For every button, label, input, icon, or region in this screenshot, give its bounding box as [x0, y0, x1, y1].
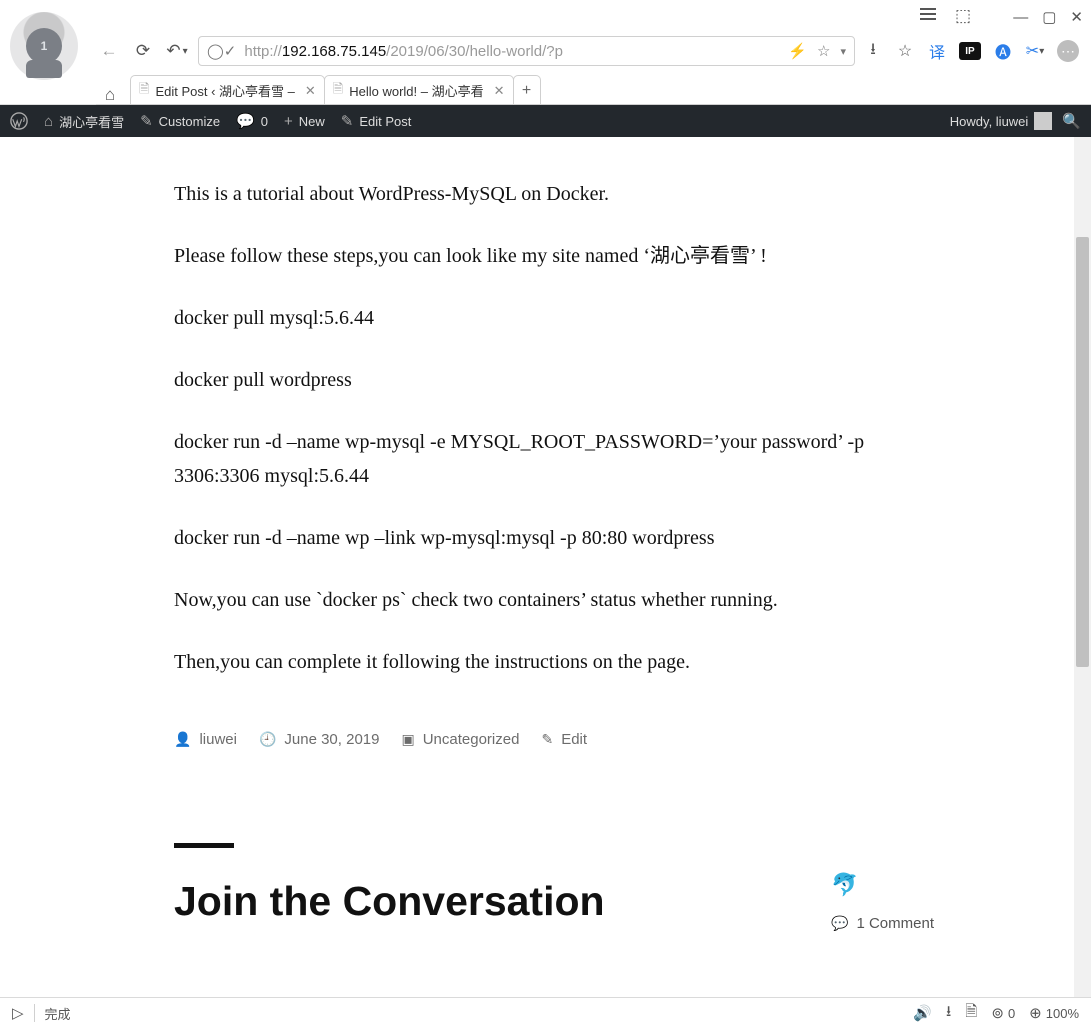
security-shield-icon: ◯✓ — [207, 42, 236, 60]
status-text: 完成 — [45, 1004, 71, 1023]
wordpress-logo-icon — [10, 112, 28, 130]
scrollbar-thumb[interactable] — [1076, 237, 1089, 667]
comment-count-link[interactable]: 💬 1 Comment — [831, 911, 934, 937]
tab-edit-post[interactable]: 🗎 Edit Post ‹ 湖心亭看雪 – ✕ — [130, 75, 325, 105]
new-label: New — [299, 114, 325, 129]
hamburger-menu-icon[interactable] — [920, 8, 936, 20]
section-divider — [174, 843, 234, 848]
howdy-text: Howdy, liuwei — [950, 114, 1029, 129]
downloads-icon[interactable]: ⭳ — [863, 41, 883, 61]
close-tab-icon[interactable]: ✕ — [305, 83, 316, 99]
pencil-icon: ✎ — [341, 112, 354, 130]
page-icon[interactable]: 🗎 — [965, 1001, 977, 1026]
more-menu-icon[interactable]: ⋯ — [1057, 40, 1079, 62]
edit-post-label: Edit Post — [359, 114, 411, 129]
bookmark-star-icon[interactable]: ☆ — [817, 42, 830, 60]
sound-icon[interactable]: 🔊 — [913, 1004, 932, 1022]
post-paragraph: Now,you can use `docker ps` check two co… — [174, 583, 934, 617]
person-icon: 👤 — [174, 728, 191, 752]
download-count[interactable]: ⊚ 0 — [991, 1004, 1015, 1022]
download-count-value: 0 — [1008, 1006, 1015, 1021]
comment-count-text: 1 Comment — [856, 911, 934, 937]
address-bar[interactable]: ◯✓ http://192.168.75.145/2019/06/30/hell… — [198, 36, 855, 66]
extensions-icon[interactable]: ⬚ — [955, 6, 971, 26]
brush-icon: ✎ — [140, 112, 153, 130]
minimize-button[interactable]: — — [1013, 9, 1028, 26]
post-paragraph: Then,you can complete it following the i… — [174, 645, 934, 679]
wp-admin-bar: ⌂ 湖心亭看雪 ✎ Customize 💬 0 + New ✎ Edit Pos… — [0, 105, 1091, 137]
customize-label: Customize — [159, 114, 220, 129]
browser-avatar[interactable]: 1 — [10, 12, 78, 80]
plus-icon: + — [284, 113, 293, 130]
post-meta: 👤 liuwei 🕘 June 30, 2019 ▣ Uncategorized… — [174, 727, 934, 753]
zoom-value: 100% — [1046, 1006, 1079, 1021]
site-name-link[interactable]: ⌂ 湖心亭看雪 — [44, 112, 124, 131]
folder-icon: ▣ — [401, 728, 414, 752]
bookmark-dropdown-icon[interactable]: ▾ — [840, 45, 846, 58]
comment-bubble-icon: 💬 — [236, 112, 255, 130]
globe-icon: ⊚ — [991, 1004, 1004, 1022]
edit-pencil-icon: ✎ — [541, 728, 553, 752]
download-tray-icon[interactable]: ⭳ — [946, 1001, 951, 1026]
comments-count: 0 — [261, 114, 268, 129]
tab-strip: ⌂ 🗎 Edit Post ‹ 湖心亭看雪 – ✕ 🗎 Hello world!… — [96, 72, 1091, 105]
clock-icon: 🕘 — [259, 728, 276, 752]
post-paragraph: docker pull mysql:5.6.44 — [174, 301, 934, 335]
page-icon: 🗎 — [333, 80, 343, 102]
conversation-heading: Join the Conversation — [174, 867, 605, 937]
post-body: This is a tutorial about WordPress-MySQL… — [174, 177, 934, 936]
admin-search-icon[interactable]: 🔍 — [1062, 112, 1081, 130]
edit-post-link[interactable]: ✎ Edit Post — [341, 112, 412, 130]
maximize-button[interactable]: ▢ — [1042, 8, 1056, 26]
new-link[interactable]: + New — [284, 113, 325, 130]
wp-logo[interactable] — [10, 112, 28, 130]
post-paragraph: docker run -d –name wp-mysql -e MYSQL_RO… — [174, 425, 934, 493]
amp-icon[interactable]: ⚡ — [788, 42, 807, 60]
close-window-button[interactable]: ✕ — [1070, 8, 1083, 26]
ip-ext-icon[interactable]: IP — [959, 42, 981, 60]
page-icon: 🗎 — [139, 80, 149, 102]
url-text: http://192.168.75.145/2019/06/30/hello-w… — [244, 43, 563, 60]
favorites-icon[interactable]: ☆ — [895, 41, 915, 61]
back-button[interactable]: ← — [96, 38, 122, 64]
close-tab-icon[interactable]: ✕ — [494, 83, 505, 99]
home-icon: ⌂ — [44, 113, 53, 130]
edit-link[interactable]: Edit — [561, 727, 587, 753]
category-link[interactable]: Uncategorized — [423, 727, 520, 753]
browser-chrome: ⬚ — ▢ ✕ 1 ← ⟳ ↶▾ ◯✓ http://192.168.75.14… — [0, 0, 1091, 105]
commenter-avatar-icon: 🐬 — [831, 866, 934, 903]
translate-a-icon[interactable]: 🅐 — [993, 41, 1013, 61]
meta-author[interactable]: 👤 liuwei — [174, 727, 237, 753]
author-link[interactable]: liuwei — [199, 727, 237, 753]
meta-category[interactable]: ▣ Uncategorized — [401, 727, 519, 753]
date-link[interactable]: June 30, 2019 — [284, 727, 379, 753]
site-name-text: 湖心亭看雪 — [59, 112, 124, 131]
meta-edit[interactable]: ✎ Edit — [541, 727, 587, 753]
post-paragraph: This is a tutorial about WordPress-MySQL… — [174, 177, 934, 211]
new-tab-button[interactable]: + — [513, 75, 541, 105]
home-button[interactable]: ⌂ — [96, 85, 124, 105]
tab-label: Edit Post ‹ 湖心亭看雪 – — [155, 81, 294, 100]
tab-hello-world[interactable]: 🗎 Hello world! – 湖心亭看 ✕ — [324, 75, 514, 105]
meta-date[interactable]: 🕘 June 30, 2019 — [259, 727, 380, 753]
scissors-icon[interactable]: ✂▾ — [1025, 41, 1045, 61]
translate-ext-icon[interactable]: 译 — [927, 41, 947, 61]
post-paragraph: docker run -d –name wp –link wp-mysql:my… — [174, 521, 934, 555]
zoom-in-icon: ⊕ — [1029, 1004, 1042, 1022]
customize-link[interactable]: ✎ Customize — [140, 112, 220, 130]
tab-label: Hello world! – 湖心亭看 — [349, 81, 483, 100]
howdy-user[interactable]: Howdy, liuwei — [950, 112, 1053, 130]
comments-link[interactable]: 💬 0 — [236, 112, 268, 130]
post-paragraph: Please follow these steps,you can look l… — [174, 239, 934, 273]
user-avatar-icon — [1034, 112, 1052, 130]
browser-status-bar: ▷ 完成 🔊 ⭳ 🗎 ⊚ 0 ⊕ 100% — [0, 997, 1091, 1028]
undo-nav-button[interactable]: ↶▾ — [164, 38, 190, 64]
vertical-scrollbar[interactable] — [1074, 137, 1091, 997]
zoom-control[interactable]: ⊕ 100% — [1029, 1004, 1079, 1022]
page-content-viewport: This is a tutorial about WordPress-MySQL… — [0, 137, 1091, 997]
reload-button[interactable]: ⟳ — [130, 38, 156, 64]
play-controls-icon[interactable]: ▷ — [12, 1004, 24, 1022]
post-paragraph: docker pull wordpress — [174, 363, 934, 397]
speech-bubble-icon: 💬 — [831, 912, 848, 936]
